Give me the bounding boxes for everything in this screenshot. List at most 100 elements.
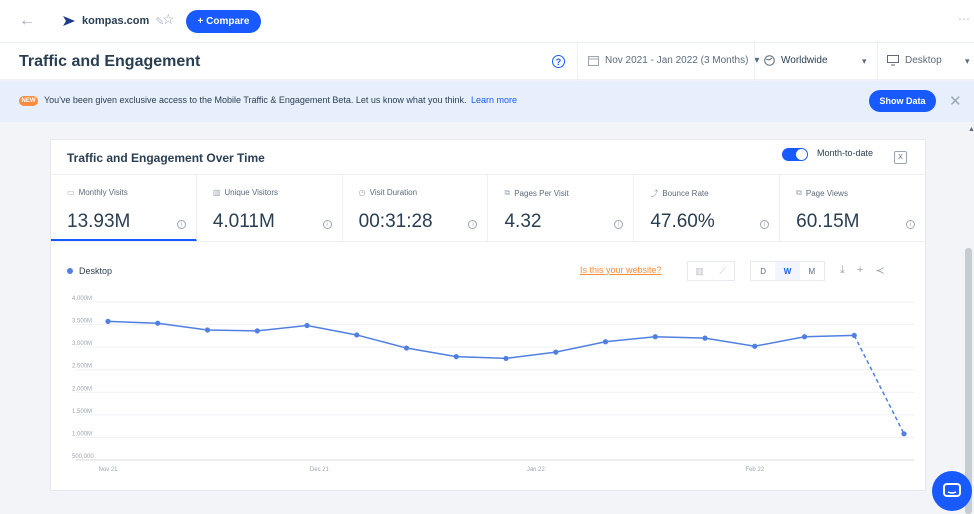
data-point bbox=[801, 334, 808, 340]
chart-legend: Desktop bbox=[67, 266, 112, 276]
series-line bbox=[107, 320, 855, 360]
data-point bbox=[304, 322, 310, 329]
data-point bbox=[752, 343, 758, 349]
metric-monthly-visits[interactable]: ▭ Monthly Visits 13.93M i bbox=[51, 175, 197, 241]
data-point bbox=[354, 332, 360, 338]
page-header: Traffic and Engagement ? Nov 2021 - Jan … bbox=[0, 42, 974, 81]
metric-label-row: ▭ Monthly Visits bbox=[67, 188, 128, 197]
chevron-down-icon[interactable]: ▾ bbox=[965, 56, 970, 67]
metric-label-row: ⤴ Bounce Rate bbox=[650, 188, 708, 199]
metric-value: 47.60% bbox=[650, 211, 715, 232]
line-chart: 500,000 1.000M 1.500M 2.000M 2.500M 3.000M 3.5… bbox=[72, 296, 914, 473]
show-data-button[interactable]: Show Data bbox=[869, 90, 936, 112]
date-range-selector[interactable]: Nov 2021 - Jan 2022 (3 Months) ▾ bbox=[588, 55, 759, 66]
metric-bounce-rate[interactable]: ⤴ Bounce Rate 47.60% i bbox=[634, 175, 781, 241]
metric-label-row: ▥ Unique Visitors bbox=[213, 188, 278, 197]
metric-value: 60.15M bbox=[796, 211, 860, 232]
share-icon[interactable]: ≺ bbox=[875, 264, 884, 277]
y-tick-label: 1.000M bbox=[72, 431, 92, 437]
date-range-label: Nov 2021 - Jan 2022 (3 Months) bbox=[605, 55, 749, 66]
learn-more-link[interactable]: Learn more bbox=[471, 95, 517, 105]
info-icon[interactable]: i bbox=[176, 220, 186, 229]
metric-label-row: ⧉ Page Views bbox=[796, 188, 848, 198]
banner-text: You've been given exclusive access to th… bbox=[44, 95, 467, 105]
info-icon[interactable]: i bbox=[468, 220, 478, 229]
metric-label: Monthly Visits bbox=[78, 188, 128, 197]
metrics-row: ▭ Monthly Visits 13.93M i ▥ Unique Visitor… bbox=[51, 174, 925, 242]
excel-export-icon[interactable]: X bbox=[894, 151, 907, 164]
scrollbar-thumb[interactable] bbox=[965, 248, 972, 514]
y-tick-label: 2.000M bbox=[72, 386, 92, 392]
line-chart-icon[interactable]: ⟋ bbox=[711, 262, 734, 280]
month-to-date-toggle[interactable] bbox=[782, 148, 808, 161]
region-selector[interactable]: Worldwide bbox=[764, 55, 828, 66]
info-icon[interactable]: i bbox=[322, 220, 332, 229]
data-point bbox=[553, 349, 559, 355]
granularity-week[interactable]: W bbox=[775, 262, 800, 280]
site-domain: kompas.com bbox=[82, 15, 150, 27]
info-icon[interactable]: i bbox=[760, 220, 770, 229]
site-selector[interactable]: kompas.com ✎ bbox=[56, 9, 173, 33]
device-label: Desktop bbox=[905, 55, 942, 66]
data-point bbox=[204, 327, 211, 333]
y-tick-label: 3.500M bbox=[72, 319, 92, 325]
data-point bbox=[503, 355, 509, 362]
chevron-down-icon: ▾ bbox=[754, 55, 760, 66]
data-point bbox=[702, 335, 708, 341]
star-icon[interactable]: ☆ bbox=[162, 11, 175, 28]
bar-chart-icon[interactable]: ▥ bbox=[688, 262, 711, 280]
data-point bbox=[105, 318, 111, 325]
card-title: Traffic and Engagement Over Time bbox=[67, 151, 265, 165]
scroll-up-icon[interactable]: ▲ bbox=[968, 126, 974, 133]
y-tick-label: 500,000 bbox=[72, 454, 94, 460]
region-label: Worldwide bbox=[781, 55, 828, 66]
device-selector[interactable]: Desktop bbox=[887, 55, 942, 66]
add-icon[interactable]: + bbox=[857, 264, 863, 277]
metric-unique-visitors[interactable]: ▥ Unique Visitors 4.011M i bbox=[197, 175, 343, 241]
chevron-down-icon[interactable]: ▾ bbox=[862, 56, 867, 67]
more-icon[interactable]: ⋯ bbox=[958, 12, 970, 26]
metric-label: Unique Visitors bbox=[224, 188, 279, 197]
x-tick-label: Jan 22 bbox=[527, 467, 546, 473]
metric-visit-duration[interactable]: ◷ Visit Duration 00:31:28 i bbox=[343, 175, 489, 241]
chat-button[interactable] bbox=[932, 471, 972, 511]
info-icon[interactable]: i bbox=[614, 220, 624, 229]
is-your-website-link[interactable]: Is this your website? bbox=[580, 265, 662, 275]
download-icon[interactable]: ⤓ bbox=[840, 264, 845, 277]
metric-value: 13.93M bbox=[67, 211, 131, 232]
data-point bbox=[403, 345, 410, 351]
y-tick-label: 4.000M bbox=[72, 296, 92, 302]
clock-icon: ◷ bbox=[358, 188, 366, 197]
help-icon[interactable]: ? bbox=[552, 55, 565, 68]
metric-page-views[interactable]: ⧉ Page Views 60.15M i bbox=[780, 175, 925, 241]
top-bar: ← kompas.com ✎ ☆ + Compare ⋯ bbox=[0, 0, 974, 42]
metric-value: 00:31:28 bbox=[358, 211, 433, 232]
back-arrow-icon[interactable]: ← bbox=[19, 12, 35, 30]
chart-tools: ⤓ + ≺ bbox=[840, 264, 885, 277]
metric-pages-per-visit[interactable]: ⧉ Pages Per Visit 4.32 i bbox=[488, 175, 635, 241]
granularity-month[interactable]: M bbox=[800, 262, 824, 280]
pages-icon: ⧉ bbox=[504, 188, 511, 197]
metric-label: Bounce Rate bbox=[662, 189, 709, 198]
compare-button[interactable]: + Compare bbox=[186, 10, 261, 33]
divider bbox=[577, 43, 578, 81]
data-point bbox=[155, 320, 161, 326]
chart-type-switch: ▥ ⟋ bbox=[687, 261, 735, 281]
x-tick-label: Feb 22 bbox=[745, 467, 764, 473]
info-icon[interactable]: i bbox=[905, 220, 915, 229]
metric-value: 4.011M bbox=[212, 211, 275, 232]
granularity-day[interactable]: D bbox=[751, 262, 775, 280]
y-tick-label: 2.500M bbox=[72, 364, 92, 370]
metric-label: Visit Duration bbox=[369, 188, 418, 197]
legend-label: Desktop bbox=[79, 266, 113, 276]
beta-banner: NEW You've been given exclusive access t… bbox=[0, 81, 974, 122]
data-point bbox=[602, 339, 609, 345]
data-point bbox=[652, 334, 658, 340]
close-icon[interactable]: ✕ bbox=[949, 92, 962, 110]
new-badge: NEW bbox=[19, 96, 38, 106]
legend-dot bbox=[67, 268, 73, 274]
series-line-projected bbox=[853, 335, 905, 435]
page-title: Traffic and Engagement bbox=[19, 53, 201, 70]
divider bbox=[754, 43, 755, 81]
bounce-icon: ⤴ bbox=[650, 189, 659, 198]
